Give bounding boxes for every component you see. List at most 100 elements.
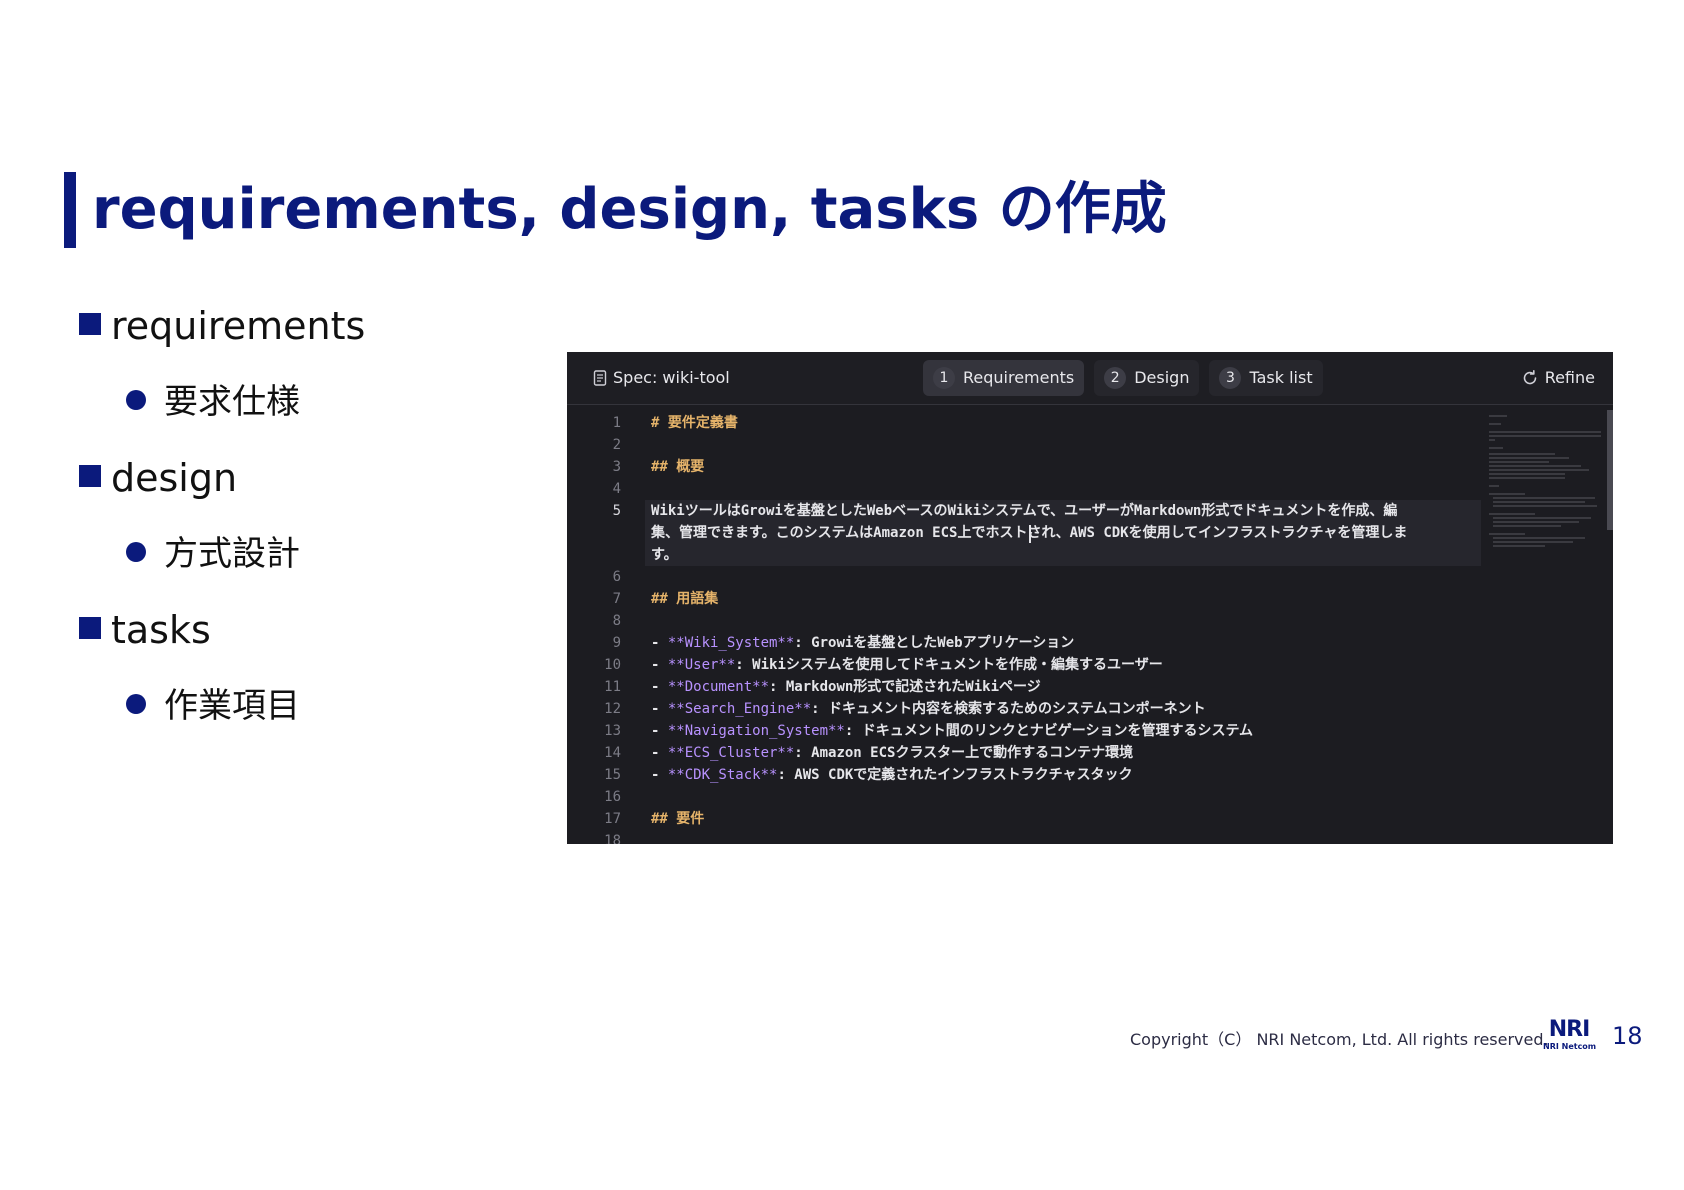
code-line: - **Search_Engine**: ドキュメント内容を検索するためのシステ…	[651, 698, 1206, 720]
sub-bullet-label: 作業項目	[164, 686, 300, 726]
tab-requirements[interactable]: 1 Requirements	[923, 360, 1085, 396]
code-text: す。	[651, 547, 678, 563]
code-line: - **Wiki_System**: Growiを基盤としたWebアプリケーショ…	[651, 632, 1074, 654]
markdown-bold-term: **Document**	[667, 679, 770, 695]
circle-bullet-icon	[126, 390, 146, 410]
line-number: 7	[612, 591, 621, 607]
slide-title: requirements, design, tasks の作成	[92, 177, 1167, 242]
sub-bullet-requirements: 要求仕様	[126, 382, 300, 422]
refine-label: Refine	[1544, 368, 1595, 387]
markdown-heading-text: ## 要件	[651, 811, 705, 827]
tab-label: Requirements	[963, 368, 1075, 387]
code-line: - **CDK_Stack**: AWS CDKで定義されたインフラストラクチャ…	[651, 764, 1132, 786]
copyright-text: Copyright（C） NRI Netcom, Ltd. All rights…	[1130, 1030, 1549, 1049]
line-number: 3	[612, 459, 621, 475]
code-editor[interactable]: 1 2 3 4 5 6 7 8 9 10 11 12 13 14 15 16 17 18 # 要件定義書 ## 概要…	[567, 408, 1613, 844]
code-line: - **Navigation_System**: ドキュメント間のリンクとナビゲ…	[651, 720, 1253, 742]
sub-bullet-tasks: 作業項目	[126, 686, 300, 726]
refine-button[interactable]: Refine	[1521, 352, 1595, 404]
title-accent-bar	[64, 172, 76, 248]
code-line: - **User**: Wikiシステムを使用してドキュメントを作成・編集するユ…	[651, 654, 1163, 676]
code-line: WikiツールはGrowiを基盤としたWebベースのWikiシステムで、ユーザー…	[651, 500, 1397, 522]
line-number: 12	[604, 701, 621, 717]
tab-number: 3	[1219, 367, 1242, 389]
code-text: : Growiを基盤としたWebアプリケーション	[794, 635, 1075, 651]
page-number: 18	[1612, 1022, 1643, 1050]
code-text: -	[651, 657, 668, 673]
markdown-bold-term: **User**	[667, 657, 736, 673]
code-text: -	[651, 767, 668, 783]
tab-label: Task list	[1249, 368, 1313, 387]
refresh-icon	[1523, 369, 1536, 385]
logo-subtext: NRI Netcom	[1543, 1042, 1597, 1051]
bullet-label: requirements	[111, 304, 366, 348]
code-line: ## 用語集	[651, 588, 718, 610]
bullet-label: tasks	[111, 608, 211, 652]
markdown-bold-term: **Search_Engine**	[667, 701, 812, 717]
line-number: 13	[604, 723, 621, 739]
line-number: 18	[604, 833, 621, 844]
square-bullet-icon	[79, 465, 101, 487]
sub-bullet-label: 要求仕様	[164, 382, 300, 422]
code-text: -	[651, 723, 668, 739]
tab-task-list[interactable]: 3 Task list	[1209, 360, 1323, 396]
line-number: 14	[604, 745, 621, 761]
tab-number: 2	[1104, 367, 1127, 389]
tab-design[interactable]: 2 Design	[1094, 360, 1200, 396]
editor-scrollbar[interactable]	[1607, 410, 1613, 530]
document-icon	[593, 355, 607, 407]
code-line: - **Document**: Markdown形式で記述されたWikiページ	[651, 676, 1041, 698]
circle-bullet-icon	[126, 694, 146, 714]
code-text: -	[651, 745, 668, 761]
tab-number: 1	[933, 367, 955, 389]
code-text: : Markdown形式で記述されたWikiページ	[769, 679, 1041, 695]
code-text: -	[651, 635, 668, 651]
code-text: : ドキュメント内容を検索するためのシステムコンポーネント	[811, 701, 1206, 717]
editor-toolbar: Spec: wiki-tool 1 Requirements 2 Design 3 Tas…	[567, 352, 1613, 405]
markdown-heading-text: # 要件定義書	[651, 415, 738, 431]
sub-bullet-design: 方式設計	[126, 534, 300, 574]
bullet-design: design	[79, 456, 237, 500]
nri-netcom-logo: NRI NRI Netcom	[1543, 1017, 1597, 1054]
markdown-bold-term: **Navigation_System**	[667, 723, 845, 739]
line-number: 4	[612, 481, 621, 497]
code-text: : Amazon ECSクラスター上で動作するコンテナ環境	[794, 745, 1134, 761]
code-text: WikiツールはGrowiを基盤としたWebベースのWikiシステムで、ユーザー…	[651, 503, 1398, 519]
code-line: ## 要件	[651, 808, 704, 830]
bullet-label: design	[111, 456, 238, 500]
markdown-heading-text: ## 用語集	[651, 591, 719, 607]
line-number: 15	[604, 767, 621, 783]
line-number: 16	[604, 789, 621, 805]
line-number: 1	[612, 415, 621, 431]
logo-mark: NRI	[1548, 1017, 1591, 1042]
bullet-requirements: requirements	[79, 304, 365, 348]
markdown-bold-term: **CDK_Stack**	[667, 767, 778, 783]
spec-title: Spec: wiki-tool	[593, 352, 730, 404]
code-line: - **ECS_Cluster**: Amazon ECSクラスター上で動作する…	[651, 742, 1133, 764]
line-number: 10	[604, 657, 621, 673]
code-line: ## 概要	[651, 456, 704, 478]
bullet-tasks: tasks	[79, 608, 211, 652]
code-text: : ドキュメント間のリンクとナビゲーションを管理するシステム	[844, 723, 1254, 739]
line-number: 11	[604, 679, 621, 695]
line-number: 17	[604, 811, 621, 827]
code-text: -	[651, 679, 668, 695]
code-text: -	[651, 701, 668, 717]
code-text: : Wikiシステムを使用してドキュメントを作成・編集するユーザー	[735, 657, 1163, 673]
code-line: # 要件定義書	[651, 412, 738, 434]
line-number: 8	[612, 613, 621, 629]
spec-tabs: 1 Requirements 2 Design 3 Task list	[923, 360, 1333, 396]
line-number: 2	[612, 437, 621, 453]
spec-editor-screenshot: Spec: wiki-tool 1 Requirements 2 Design 3 Tas…	[567, 352, 1613, 844]
spec-label: Spec: wiki-tool	[613, 368, 730, 387]
square-bullet-icon	[79, 617, 101, 639]
line-number: 5	[612, 503, 621, 519]
tab-label: Design	[1134, 368, 1190, 387]
line-number: 9	[612, 635, 621, 651]
markdown-bold-term: **ECS_Cluster**	[667, 745, 795, 761]
code-minimap[interactable]	[1485, 410, 1605, 560]
code-line: す。	[651, 544, 678, 566]
circle-bullet-icon	[126, 542, 146, 562]
markdown-heading-text: ## 概要	[651, 459, 705, 475]
square-bullet-icon	[79, 313, 101, 335]
